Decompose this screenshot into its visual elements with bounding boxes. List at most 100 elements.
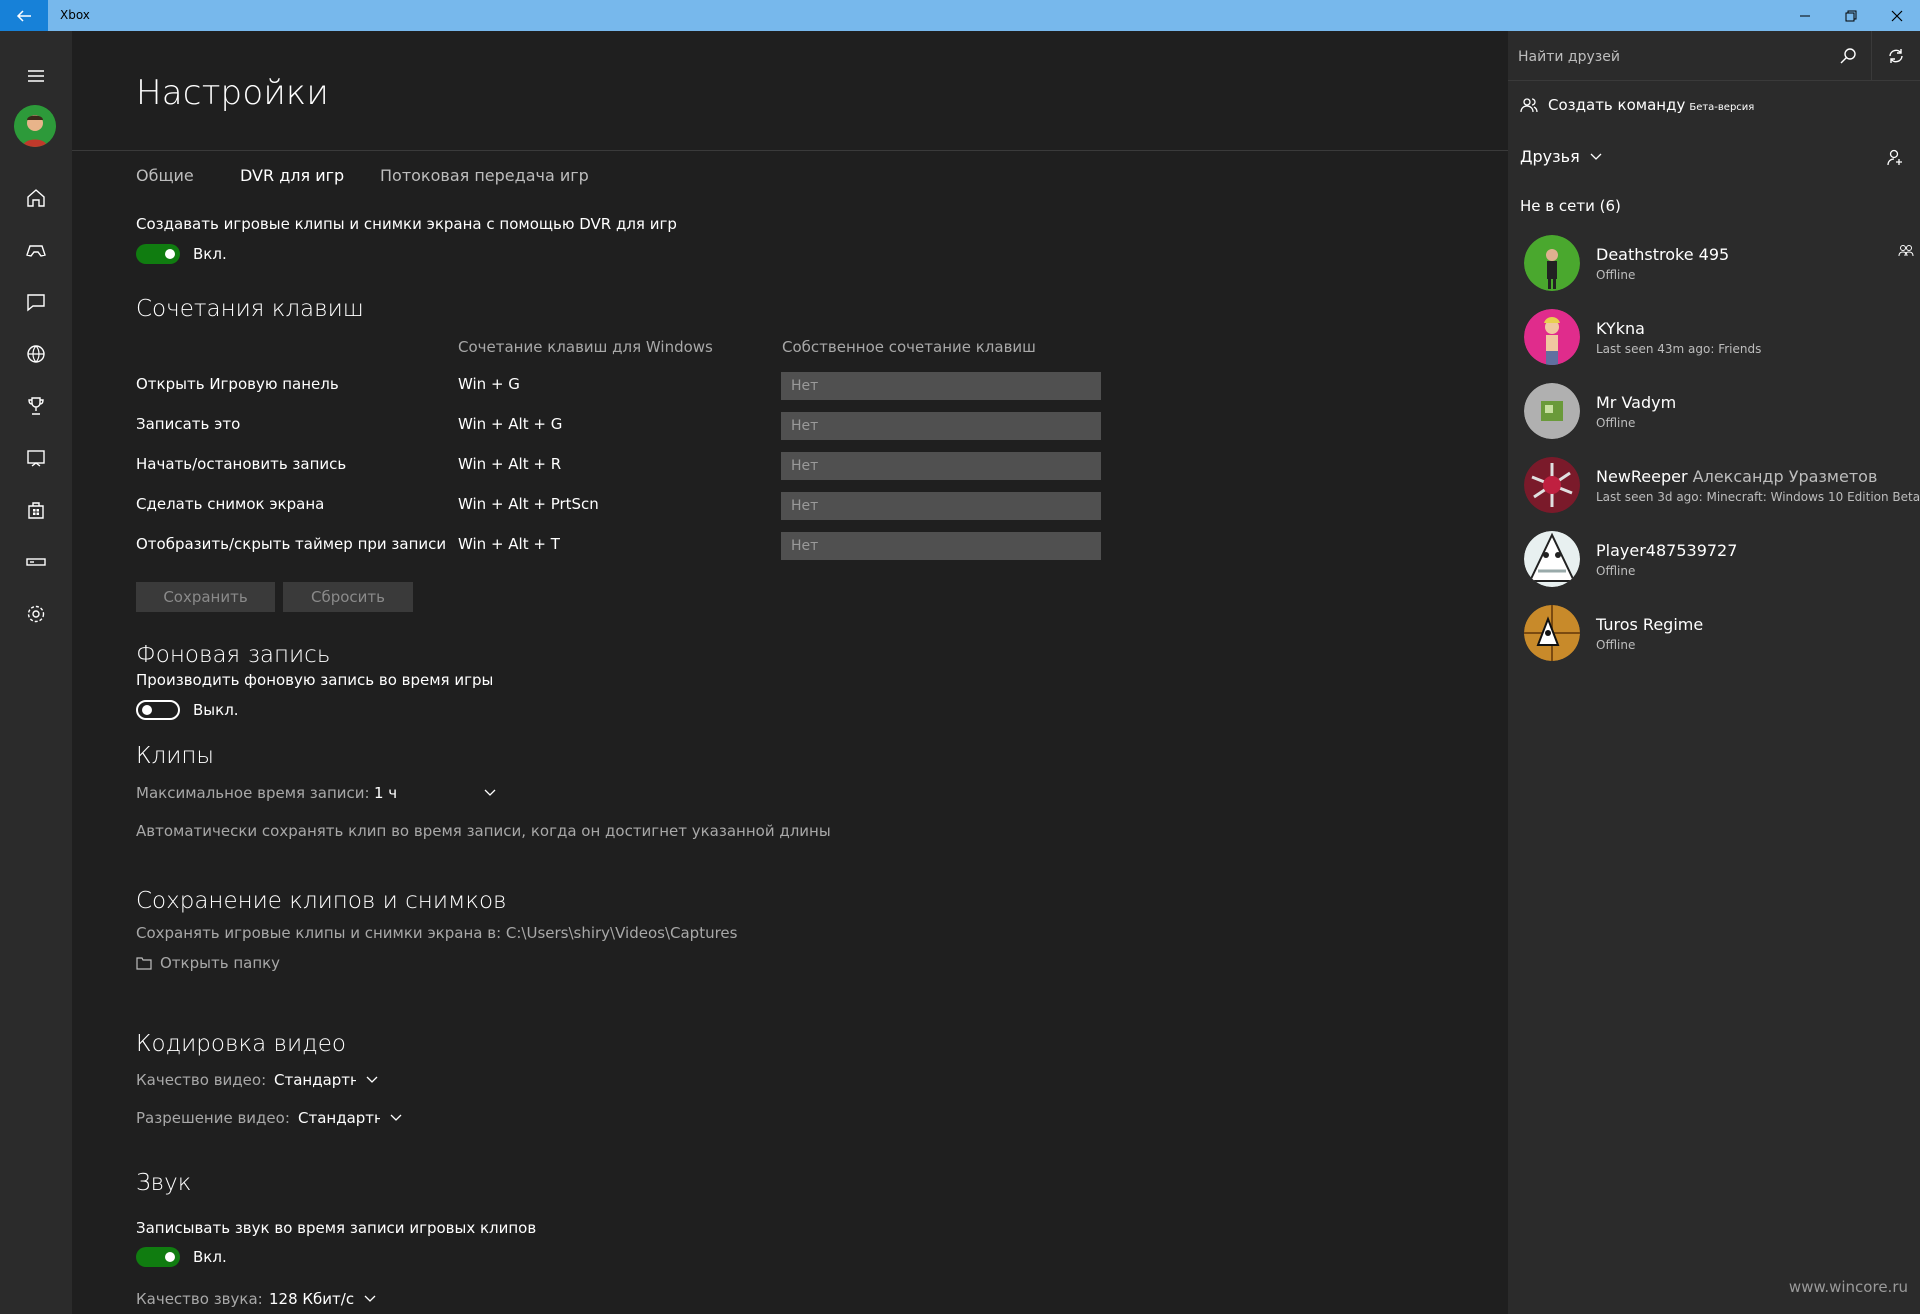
beta-badge: Бета-версия bbox=[1689, 102, 1755, 113]
friend-avatar bbox=[1524, 531, 1580, 587]
record-audio-toggle[interactable] bbox=[136, 1247, 180, 1267]
custom-shortcut-input[interactable]: Нет bbox=[781, 412, 1101, 440]
custom-shortcut-input[interactable]: Нет bbox=[781, 492, 1101, 520]
window-title: Xbox bbox=[60, 8, 90, 22]
friend-gamertag: NewReeper Александр Уразметов bbox=[1596, 467, 1877, 486]
shortcuts-section-title: Сочетания клавиш bbox=[136, 296, 364, 322]
shortcut-keys: Win + G bbox=[458, 375, 520, 393]
user-avatar[interactable] bbox=[14, 105, 56, 147]
custom-shortcut-input[interactable]: Нет bbox=[781, 372, 1101, 400]
nav-home[interactable] bbox=[0, 178, 72, 218]
video-resolution-dropdown[interactable]: Стандартна bbox=[298, 1109, 402, 1127]
favorite-icon bbox=[1898, 245, 1914, 257]
folder-icon bbox=[136, 957, 152, 970]
reset-button[interactable]: Сбросить bbox=[283, 582, 413, 612]
saving-section-title: Сохранение клипов и снимков bbox=[136, 888, 507, 914]
minimize-button[interactable] bbox=[1782, 0, 1828, 31]
friend-item[interactable]: Player487539727 Offline bbox=[1524, 531, 1914, 591]
nav-store[interactable] bbox=[0, 490, 72, 530]
refresh-button[interactable] bbox=[1871, 31, 1920, 81]
tab-streaming[interactable]: Потоковая передача игр bbox=[380, 166, 589, 185]
video-quality-dropdown[interactable]: Стандартна bbox=[274, 1071, 378, 1089]
shortcut-action: Начать/остановить запись bbox=[136, 455, 347, 473]
background-recording-toggle[interactable] bbox=[136, 700, 180, 720]
open-folder-link[interactable]: Открыть папку bbox=[136, 954, 280, 972]
tab-general[interactable]: Общие bbox=[136, 166, 194, 185]
tab-game-dvr[interactable]: DVR для игр bbox=[240, 166, 344, 185]
clips-section-title: Клипы bbox=[136, 743, 214, 769]
create-team-button[interactable]: Создать команду Бета-версия bbox=[1520, 96, 1754, 114]
restore-button[interactable] bbox=[1828, 0, 1874, 31]
shortcut-keys: Win + Alt + PrtScn bbox=[458, 495, 599, 513]
shortcut-keys: Win + Alt + G bbox=[458, 415, 563, 433]
friend-item[interactable]: KYkna Last seen 43m ago: Friends bbox=[1524, 309, 1914, 369]
record-audio-state: Вкл. bbox=[193, 1248, 227, 1266]
friend-avatar bbox=[1524, 309, 1580, 365]
trophy-icon bbox=[28, 397, 44, 415]
friends-filter-dropdown[interactable]: Друзья bbox=[1520, 147, 1602, 166]
shortcut-action: Отобразить/скрыть таймер при записи bbox=[136, 535, 447, 553]
nav-rail bbox=[0, 31, 72, 1314]
audio-quality-dropdown[interactable]: 128 Кбит/с bbox=[269, 1290, 376, 1308]
shortcut-keys: Win + Alt + R bbox=[458, 455, 562, 473]
windows-shortcut-column-header: Сочетание клавиш для Windows bbox=[458, 338, 713, 356]
nav-achievements[interactable] bbox=[0, 386, 72, 426]
nav-messages[interactable] bbox=[0, 282, 72, 322]
home-icon bbox=[27, 189, 45, 207]
friend-item[interactable]: Deathstroke 495 Offline bbox=[1524, 235, 1914, 295]
page-title: Настройки bbox=[136, 73, 329, 113]
video-quality-label: Качество видео: bbox=[136, 1071, 267, 1089]
chat-icon bbox=[27, 294, 45, 312]
dvr-toggle[interactable] bbox=[136, 244, 180, 264]
nav-settings[interactable] bbox=[0, 594, 72, 634]
find-friends-search[interactable]: Найти друзей bbox=[1508, 31, 1871, 81]
back-button[interactable] bbox=[0, 0, 48, 31]
background-recording-state: Выкл. bbox=[193, 701, 239, 719]
friend-status: Offline bbox=[1596, 416, 1636, 430]
custom-shortcut-input[interactable]: Нет bbox=[781, 452, 1101, 480]
friend-gamertag: Deathstroke 495 bbox=[1596, 245, 1730, 264]
custom-shortcut-input[interactable]: Нет bbox=[781, 532, 1101, 560]
store-icon bbox=[28, 502, 44, 519]
search-icon[interactable] bbox=[1839, 47, 1857, 65]
chevron-down-icon bbox=[366, 1076, 378, 1083]
audio-quality-value: 128 Кбит/с bbox=[269, 1290, 355, 1308]
friend-item[interactable]: Turos Regime Offline bbox=[1524, 605, 1914, 665]
create-team-label: Создать команду bbox=[1548, 96, 1686, 114]
settings-page: Настройки Общие DVR для игр Потоковая пе… bbox=[72, 31, 1508, 1314]
friend-status: Offline bbox=[1596, 638, 1636, 652]
globe-icon bbox=[27, 345, 45, 363]
max-recording-dropdown[interactable]: 1 ч bbox=[374, 784, 496, 802]
dvr-toggle-state: Вкл. bbox=[193, 245, 227, 263]
friend-status: Last seen 3d ago: Minecraft: Windows 10 … bbox=[1596, 490, 1920, 504]
friend-item[interactable]: Mr Vadym Offline bbox=[1524, 383, 1914, 443]
friend-gamertag: Player487539727 bbox=[1596, 541, 1738, 560]
close-button[interactable] bbox=[1874, 0, 1920, 31]
watermark: www.wincore.ru bbox=[1788, 1278, 1908, 1296]
nav-connect[interactable] bbox=[0, 542, 72, 582]
chevron-down-icon bbox=[484, 789, 496, 796]
friend-real-name: Александр Уразметов bbox=[1692, 467, 1878, 486]
gear-icon bbox=[27, 605, 45, 623]
friend-gamertag: Mr Vadym bbox=[1596, 393, 1677, 412]
save-button[interactable]: Сохранить bbox=[136, 582, 275, 612]
audio-section-title: Звук bbox=[136, 1170, 192, 1196]
search-placeholder: Найти друзей bbox=[1518, 49, 1620, 65]
nav-game-dvr[interactable] bbox=[0, 438, 72, 478]
controller-icon bbox=[26, 245, 46, 257]
save-path-text: Сохранять игровые клипы и снимки экрана … bbox=[136, 924, 738, 942]
gamerpic-icon bbox=[14, 105, 56, 147]
shortcut-action: Сделать снимок экрана bbox=[136, 495, 325, 513]
team-icon bbox=[1520, 98, 1538, 113]
restore-icon bbox=[1845, 10, 1857, 21]
header-divider bbox=[72, 150, 1508, 151]
hamburger-menu-button[interactable] bbox=[0, 56, 72, 96]
nav-games[interactable] bbox=[0, 230, 72, 270]
nav-community[interactable] bbox=[0, 334, 72, 374]
add-friend-icon[interactable] bbox=[1886, 148, 1904, 166]
friend-gamertag-text: NewReeper bbox=[1596, 467, 1688, 486]
friend-status: Offline bbox=[1596, 564, 1636, 578]
shortcut-action: Записать это bbox=[136, 415, 241, 433]
max-recording-value: 1 ч bbox=[374, 784, 398, 802]
friend-item[interactable]: NewReeper Александр Уразметов Last seen … bbox=[1524, 457, 1920, 517]
